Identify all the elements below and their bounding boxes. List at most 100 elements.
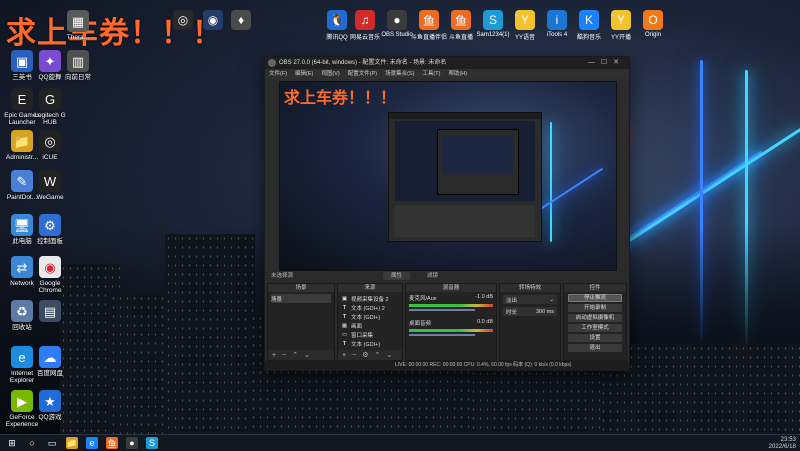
add-source-button[interactable]: + [342, 352, 346, 359]
overlay-title: 求上车券！！！ [6, 17, 223, 50]
menu-help[interactable]: 帮助(H) [448, 69, 467, 79]
sources-header: 来源 [338, 284, 402, 292]
desktop-shortcut[interactable]: G Logitech G HUB [30, 88, 70, 126]
menu-file[interactable]: 文件(F) [269, 69, 287, 79]
source-down-button[interactable]: ⌄ [386, 351, 392, 359]
app-icon: ▤ [39, 300, 61, 322]
music-icon: ♫ [355, 10, 375, 30]
chevron-down-icon: ⌄ [549, 296, 554, 303]
search-icon[interactable]: ○ [26, 437, 38, 449]
settings-button[interactable]: 设置 [568, 334, 622, 342]
menu-tools[interactable]: 工具(T) [422, 69, 440, 79]
no-source-selected-label: 未选择源 [271, 273, 294, 279]
mixer-header: 混音器 [406, 284, 496, 292]
building [165, 234, 255, 434]
chrome-icon: ◉ [39, 256, 61, 278]
desktop-shortcut[interactable]: O Origin [634, 10, 672, 38]
obs-preview[interactable]: 求上车券！！！ [279, 81, 617, 271]
menu-scene-collection[interactable]: 场景集合(S) [385, 69, 414, 79]
file-explorer-icon[interactable]: 📁 [66, 437, 78, 449]
controls-header: 控件 [564, 284, 626, 292]
obs-icon[interactable]: ● [126, 437, 138, 449]
window-controls[interactable]: —☐✕ [588, 57, 625, 69]
scene-item[interactable]: 场景 [271, 294, 331, 303]
obs-window[interactable]: OBS 27.0.0 (64-bit, windows) - 配置文件: 未命名… [264, 56, 630, 371]
scenes-dock: 场景 场景 + − ⌃ ⌄ [267, 283, 335, 361]
start-button[interactable]: ⊞ [6, 437, 18, 449]
source-item[interactable]: ▭ 窗口采集 [341, 330, 399, 339]
edge-icon[interactable]: e [86, 437, 98, 449]
transition-select[interactable]: 淡出 ⌄ [503, 295, 557, 304]
audio-mixer-dock: 混音器 麦克风/Aux -1.0 dB 桌面音频 0.0 dB [405, 283, 497, 361]
source-up-button[interactable]: ⌃ [374, 351, 380, 359]
remove-scene-button[interactable]: − [282, 352, 286, 359]
source-settings-button[interactable]: ⚙ [362, 351, 368, 359]
yy-icon: Y [515, 10, 535, 30]
source-item[interactable]: ▣ 视频采集设备 2 [341, 294, 399, 303]
exit-button[interactable]: 退出 [568, 344, 622, 352]
tab-filters[interactable]: 滤镜 [419, 272, 446, 280]
studio-mode-button[interactable]: 工作室模式 [568, 324, 622, 332]
desktop-shortcut[interactable]: ▤ [30, 300, 70, 324]
desktop-shortcut[interactable]: ⚙ 控制面板 [30, 214, 70, 245]
douyu-icon: 鱼 [451, 10, 471, 30]
scene-down-button[interactable]: ⌄ [304, 351, 310, 359]
start-recording-button[interactable]: 开始录制 [568, 304, 622, 312]
volume-slider[interactable] [409, 334, 475, 336]
volume-slider[interactable] [409, 309, 475, 311]
image-icon: ▦ [341, 322, 348, 329]
building [600, 344, 800, 434]
desktop-shortcut[interactable]: ◉ Google Chrome [30, 256, 70, 294]
nested-obs-preview-2 [442, 135, 514, 173]
menu-view[interactable]: 视图(V) [321, 69, 339, 79]
nested-obs-window-2 [437, 129, 519, 195]
source-item[interactable]: T 文本 (GDI+) [341, 339, 399, 348]
audio-meter [409, 304, 493, 307]
yy-open-icon: Y [611, 10, 631, 30]
controls-dock: 控件 停止推流 开始录制 启动虚拟摄像机 工作室模式 设置 退出 [563, 283, 627, 361]
scene-up-button[interactable]: ⌃ [292, 351, 298, 359]
transitions-header: 转场特效 [500, 284, 560, 292]
desktop-background: ◎ ◉ ♦ 🐧 腾讯QQ ♫ 网易云音乐 ● OBS Studio 鱼斗鱼直播伴侣 鱼… [0, 0, 800, 434]
stop-streaming-button[interactable]: 停止推流 [568, 294, 622, 302]
obs-titlebar[interactable]: OBS 27.0.0 (64-bit, windows) - 配置文件: 未命名… [265, 57, 629, 69]
virtual-camera-button[interactable]: 启动虚拟摄像机 [568, 314, 622, 322]
camera-icon: ▣ [341, 295, 348, 302]
desktop-shortcut[interactable]: ♦ [222, 10, 260, 32]
tab-properties[interactable]: 属性 [383, 272, 411, 280]
tray-time: 23:53 [780, 436, 796, 443]
desktop-shortcut[interactable]: ☁ 百度网盘 [30, 346, 70, 377]
desktop-shortcut[interactable]: ◎ iCUE [30, 130, 70, 161]
baidu-icon: ☁ [39, 346, 61, 368]
qqgame-icon: ★ [39, 390, 61, 412]
itools-icon: i [547, 10, 567, 30]
track-level: -1.0 dB [475, 294, 493, 300]
mixer-track: 桌面音频 0.0 dB [409, 319, 493, 336]
add-scene-button[interactable]: + [272, 352, 276, 359]
taskbar: ⊞ ○ ▭ 📁 e 鱼 ● S 23:53 2022/6/18 [0, 434, 800, 451]
nested-obs-docks [395, 205, 535, 237]
mixer-track: 麦克风/Aux -1.0 dB [409, 294, 493, 311]
task-view-icon[interactable]: ▭ [46, 437, 58, 449]
track-name: 桌面音频 [409, 321, 432, 327]
qq-icon: 🐧 [327, 10, 347, 30]
obs-docks: 场景 场景 + − ⌃ ⌄ 来源 ▣ 视频采集设备 2 T 文本 (GDI+) 2 … [265, 283, 629, 361]
preview-neon [550, 122, 552, 242]
obs-menubar: 文件(F) 编辑(E) 视图(V) 配置文件(P) 场景集合(S) 工具(T) … [265, 69, 629, 79]
source-item[interactable]: T 文本 (GDI+) [341, 312, 399, 321]
menu-edit[interactable]: 编辑(E) [295, 69, 313, 79]
app-icon[interactable]: S [146, 437, 158, 449]
desktop-shortcut[interactable]: ★ QQ游戏 [30, 390, 70, 421]
remove-source-button[interactable]: − [352, 352, 356, 359]
menu-profile[interactable]: 配置文件(P) [348, 69, 377, 79]
control-panel-icon: ⚙ [39, 214, 61, 236]
source-item[interactable]: T 文本 (GDI+) 2 [341, 303, 399, 312]
app-icon: ▥ [67, 50, 89, 72]
desktop-shortcut[interactable]: ▦ Thera... [58, 10, 98, 41]
source-item[interactable]: ▦ 画面 [341, 321, 399, 330]
douyu-icon[interactable]: 鱼 [106, 437, 118, 449]
transition-duration[interactable]: 时长 300 ms [503, 307, 557, 316]
properties-bar: 未选择源 属性 滤镜 [265, 271, 629, 281]
desktop-shortcut[interactable]: ▥ 向前日常 [58, 50, 98, 81]
desktop-shortcut[interactable]: W WeGame [30, 170, 70, 201]
